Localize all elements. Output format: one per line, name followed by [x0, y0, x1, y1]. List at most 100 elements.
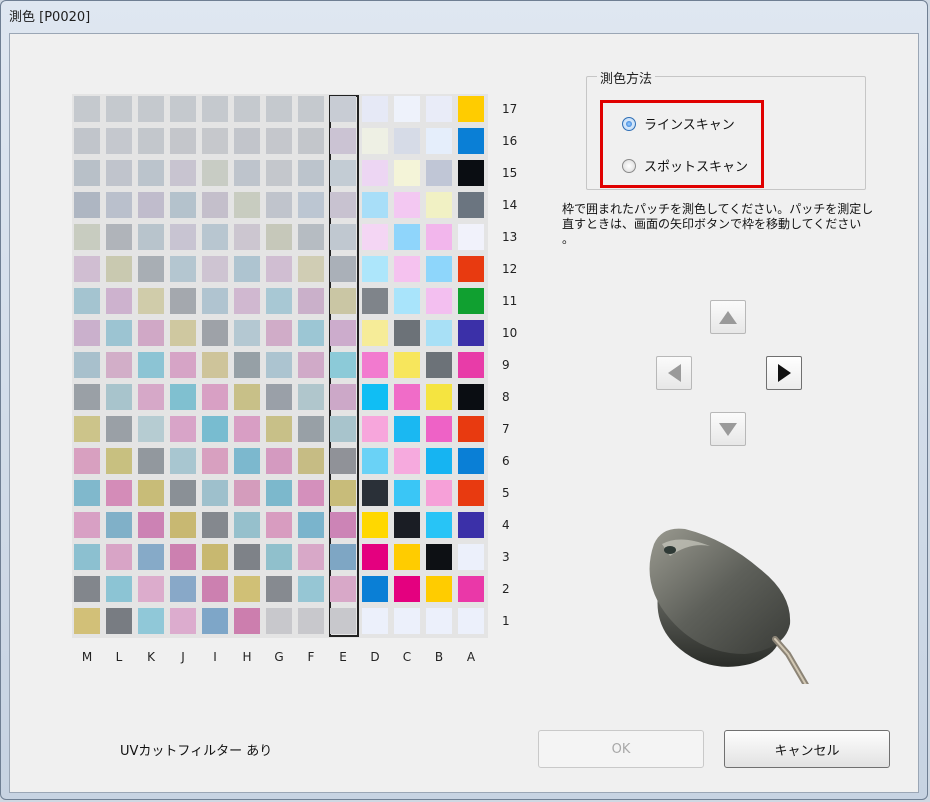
color-patch [106, 256, 132, 282]
move-up-button[interactable] [710, 300, 746, 334]
color-patch [74, 608, 100, 634]
radio-spot-scan[interactable]: スポットスキャン [622, 156, 748, 175]
color-patch [170, 224, 196, 250]
radio-line-scan[interactable]: ラインスキャン [622, 114, 735, 133]
color-patch [362, 128, 388, 154]
color-patch [202, 608, 228, 634]
move-down-button[interactable] [710, 412, 746, 446]
color-patch [74, 352, 100, 378]
color-patch [330, 224, 356, 250]
color-patch [170, 512, 196, 538]
color-patch [426, 256, 452, 282]
color-patch [458, 416, 484, 442]
color-patch [298, 544, 324, 570]
color-patch [298, 352, 324, 378]
color-patch [138, 96, 164, 122]
color-patch [234, 480, 260, 506]
move-right-button[interactable] [766, 356, 802, 390]
color-patch [74, 480, 100, 506]
radio-spot-scan-label: スポットスキャン [644, 160, 749, 175]
color-patch [234, 256, 260, 282]
color-patch [298, 416, 324, 442]
radio-selected-icon[interactable] [622, 116, 636, 131]
color-patch [170, 320, 196, 346]
color-patch [426, 288, 452, 314]
color-patch [170, 544, 196, 570]
color-patch [266, 128, 292, 154]
row-label: 3 [502, 550, 510, 564]
color-patch [234, 192, 260, 218]
color-patch [138, 416, 164, 442]
color-patch [138, 224, 164, 250]
color-patch [266, 256, 292, 282]
color-patch [74, 576, 100, 602]
color-patch [234, 608, 260, 634]
instruction-line-2: 直すときは、画面の矢印ボタンで枠を移動してください [562, 217, 862, 231]
column-label: A [466, 650, 476, 664]
color-patch [298, 608, 324, 634]
column-label: J [181, 650, 185, 664]
cancel-button[interactable]: キャンセル [724, 730, 890, 768]
color-patch [234, 320, 260, 346]
color-patch [138, 320, 164, 346]
color-patch [362, 384, 388, 410]
color-patch [74, 416, 100, 442]
color-patch [106, 160, 132, 186]
color-patch [170, 128, 196, 154]
color-patch [362, 288, 388, 314]
color-patch [458, 96, 484, 122]
ok-button[interactable]: OK [538, 730, 704, 768]
color-patch [106, 192, 132, 218]
color-patch [458, 160, 484, 186]
color-patch [266, 192, 292, 218]
color-patch [330, 480, 356, 506]
color-patch [106, 576, 132, 602]
color-patch [170, 480, 196, 506]
color-patch [170, 576, 196, 602]
radio-unselected-icon[interactable] [622, 158, 636, 173]
arrow-down-icon [719, 422, 737, 436]
color-patch [74, 320, 100, 346]
column-label: M [81, 650, 93, 664]
column-label: C [402, 650, 412, 664]
color-patch [330, 512, 356, 538]
color-patch [234, 96, 260, 122]
color-patch [426, 448, 452, 474]
row-label: 17 [502, 102, 518, 116]
color-patch [362, 416, 388, 442]
color-patch [170, 160, 196, 186]
color-patch [394, 512, 420, 538]
instruction-line-1: 枠で囲まれたパッチを測色してください。パッチを測定し [562, 202, 874, 216]
color-patch [202, 576, 228, 602]
color-patch [426, 352, 452, 378]
color-patch [394, 96, 420, 122]
color-patch [234, 160, 260, 186]
color-patch [170, 384, 196, 410]
color-patch [266, 512, 292, 538]
arrow-left-icon [667, 364, 681, 382]
color-patch [298, 256, 324, 282]
color-patch [74, 384, 100, 410]
row-label: 1 [502, 614, 510, 628]
color-patch [362, 320, 388, 346]
color-patch [106, 512, 132, 538]
color-patch [74, 256, 100, 282]
color-patch [362, 192, 388, 218]
color-patch [74, 544, 100, 570]
color-patch [298, 224, 324, 250]
color-patch [138, 480, 164, 506]
row-label: 16 [502, 134, 518, 148]
color-patch [234, 288, 260, 314]
move-left-button[interactable] [656, 356, 692, 390]
color-patch [234, 416, 260, 442]
color-patch [202, 288, 228, 314]
color-patch [266, 352, 292, 378]
color-patch [202, 224, 228, 250]
color-patch [202, 544, 228, 570]
instruction-text: 枠で囲まれたパッチを測色してください。パッチを測定し 直すときは、画面の矢印ボタ… [562, 202, 902, 247]
color-patch [330, 96, 356, 122]
color-patch [330, 256, 356, 282]
color-patch [170, 448, 196, 474]
color-patch [202, 160, 228, 186]
color-patch [394, 192, 420, 218]
